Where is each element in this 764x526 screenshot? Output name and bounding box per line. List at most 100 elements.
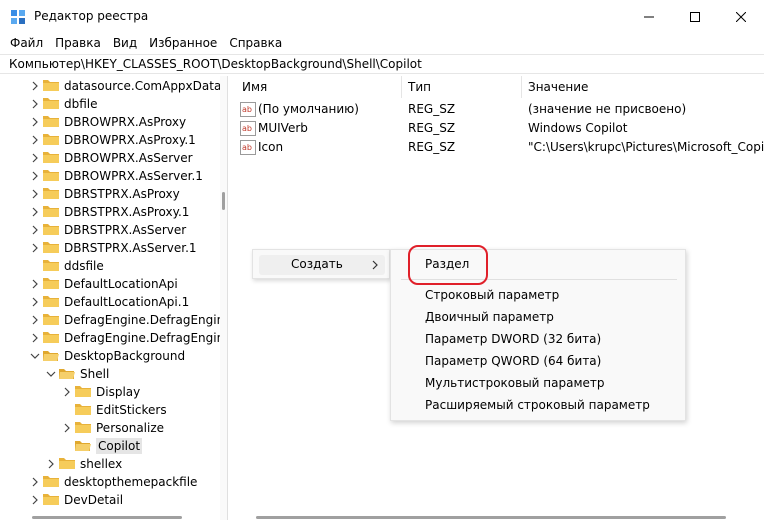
tree-node-label: DBROWPRX.AsServer.1 — [64, 169, 203, 183]
tree-node[interactable]: DBRSTPRX.AsServer.1 — [8, 239, 220, 257]
string-value-icon: ab — [240, 121, 256, 136]
tree-node-label: DBRSTPRX.AsServer.1 — [64, 241, 197, 255]
tree-node[interactable]: Personalize — [8, 419, 220, 437]
tree-node[interactable]: EditStickers — [8, 401, 220, 419]
chevron-right-icon[interactable] — [30, 296, 40, 308]
tree-node[interactable]: Copilot — [8, 437, 220, 455]
folder-icon — [42, 258, 60, 273]
submenu-item-binary[interactable]: Двоичный параметр — [425, 310, 554, 324]
value-row[interactable]: ab Icon REG_SZ "C:\Users\krupc\Pictures\… — [236, 138, 764, 157]
submenu-item-string[interactable]: Строковый параметр — [425, 288, 559, 302]
tree-node[interactable]: DefragEngine.DefragEngine. — [8, 329, 227, 347]
title-bar: Редактор реестра — [0, 0, 764, 34]
tree-vertical-scrollbar[interactable] — [220, 76, 227, 520]
tree-node-label: Copilot — [96, 438, 143, 454]
tree-node[interactable]: Shell — [8, 365, 220, 383]
tree-node[interactable]: ddsfile — [8, 257, 220, 275]
column-header-name[interactable]: Имя — [236, 76, 402, 98]
tree-pane[interactable]: datasource.ComAppxDataSo dbfile DBROWPRX.A… — [8, 76, 228, 520]
submenu-item-dword[interactable]: Параметр DWORD (32 бита) — [425, 332, 601, 346]
tree-node[interactable]: DefaultLocationApi — [8, 275, 220, 293]
tree-node-label: DefragEngine.DefragEngine. — [64, 331, 228, 345]
chevron-right-icon[interactable] — [62, 386, 72, 398]
folder-icon — [58, 366, 76, 381]
chevron-down-icon[interactable] — [30, 350, 40, 362]
tree-node[interactable]: shellex — [8, 455, 220, 473]
menu-favorites[interactable]: Избранное — [143, 34, 223, 54]
value-type: REG_SZ — [408, 121, 456, 135]
tree-node[interactable]: desktopthemepackfile — [8, 473, 220, 491]
tree-node-label: datasource.ComAppxDataSo — [64, 79, 228, 93]
chevron-right-icon[interactable] — [30, 494, 40, 506]
submenu-item-multistring[interactable]: Мультистроковый параметр — [425, 376, 605, 390]
submenu-item-expandable-string[interactable]: Расширяемый строковый параметр — [425, 398, 650, 412]
values-horizontal-scrollbar[interactable] — [250, 514, 760, 520]
chevron-right-icon[interactable] — [30, 116, 40, 128]
context-menu-create[interactable]: Создать — [259, 255, 385, 275]
chevron-down-icon[interactable] — [46, 368, 56, 380]
tree-node[interactable]: DevDetail — [8, 491, 220, 509]
tree-node[interactable]: dbfile — [8, 95, 220, 113]
submenu-item-qword[interactable]: Параметр QWORD (64 бита) — [425, 354, 601, 368]
chevron-right-icon[interactable] — [62, 422, 72, 434]
tree-node[interactable]: DefaultLocationApi.1 — [8, 293, 220, 311]
values-hscroll-thumb[interactable] — [256, 516, 726, 519]
chevron-right-icon[interactable] — [30, 242, 40, 254]
value-name: MUIVerb — [258, 121, 308, 135]
tree-node[interactable]: DesktopBackground — [8, 347, 220, 365]
chevron-right-icon[interactable] — [30, 188, 40, 200]
tree-node[interactable]: datasource.ComAppxDataSo — [8, 77, 227, 95]
tree-node[interactable]: DefragEngine.DefragEngine — [8, 311, 227, 329]
menu-edit[interactable]: Правка — [49, 34, 107, 54]
close-button[interactable] — [718, 0, 764, 34]
tree-scroll-thumb[interactable] — [222, 192, 225, 210]
create-label: Создать — [291, 257, 343, 271]
tree-hscroll-thumb[interactable] — [32, 516, 182, 519]
tree-node[interactable]: DBROWPRX.AsServer.1 — [8, 167, 220, 185]
menu-file[interactable]: Файл — [0, 34, 49, 54]
chevron-right-icon[interactable] — [30, 80, 40, 92]
minimize-button[interactable] — [626, 0, 672, 34]
chevron-right-icon[interactable] — [30, 152, 40, 164]
chevron-right-icon[interactable] — [30, 98, 40, 110]
value-data: "C:\Users\krupc\Pictures\Microsoft_Copil… — [528, 140, 764, 154]
folder-icon — [42, 474, 60, 489]
column-header-type[interactable]: Тип — [402, 76, 522, 98]
column-header-value[interactable]: Значение — [522, 76, 764, 98]
chevron-right-icon[interactable] — [30, 332, 40, 344]
folder-icon — [42, 168, 60, 183]
tree-node[interactable]: DBROWPRX.AsProxy — [8, 113, 220, 131]
window-title: Редактор реестра — [34, 9, 149, 23]
tree-node[interactable]: DBROWPRX.AsServer — [8, 149, 220, 167]
chevron-right-icon[interactable] — [30, 170, 40, 182]
chevron-right-icon[interactable] — [30, 476, 40, 488]
tree-horizontal-scrollbar[interactable] — [8, 514, 220, 520]
maximize-button[interactable] — [672, 0, 718, 34]
svg-text:ab: ab — [242, 124, 252, 133]
menu-view[interactable]: Вид — [107, 34, 143, 54]
tree-node-label: DevDetail — [64, 493, 124, 507]
chevron-right-icon[interactable] — [30, 134, 40, 146]
chevron-right-icon[interactable] — [30, 224, 40, 236]
tree-node[interactable]: DBRSTPRX.AsProxy.1 — [8, 203, 220, 221]
tree-node[interactable]: DBRSTPRX.AsServer — [8, 221, 220, 239]
folder-icon — [42, 96, 60, 111]
tree-node[interactable]: Display — [8, 383, 220, 401]
folder-icon — [74, 402, 92, 417]
menu-help[interactable]: Справка — [223, 34, 288, 54]
value-row[interactable]: ab (По умолчанию) REG_SZ (значение не пр… — [236, 100, 764, 119]
folder-icon — [42, 492, 60, 507]
tree-node-label: ddsfile — [64, 259, 104, 273]
menu-bar: Файл Правка Вид Избранное Справка — [0, 34, 764, 54]
value-row[interactable]: ab MUIVerb REG_SZ Windows Copilot — [236, 119, 764, 138]
chevron-right-icon[interactable] — [30, 206, 40, 218]
chevron-right-icon[interactable] — [30, 278, 40, 290]
tree-node-label: DBRSTPRX.AsProxy.1 — [64, 205, 190, 219]
chevron-right-icon[interactable] — [46, 458, 56, 470]
chevron-right-icon[interactable] — [30, 314, 40, 326]
tree-node[interactable]: DBRSTPRX.AsProxy — [8, 185, 220, 203]
folder-icon — [58, 456, 76, 471]
tree-node[interactable]: DBROWPRX.AsProxy.1 — [8, 131, 220, 149]
address-bar[interactable]: Компьютер\HKEY_CLASSES_ROOT\DesktopBackg… — [0, 54, 764, 74]
tree-node-label: DesktopBackground — [64, 349, 186, 363]
